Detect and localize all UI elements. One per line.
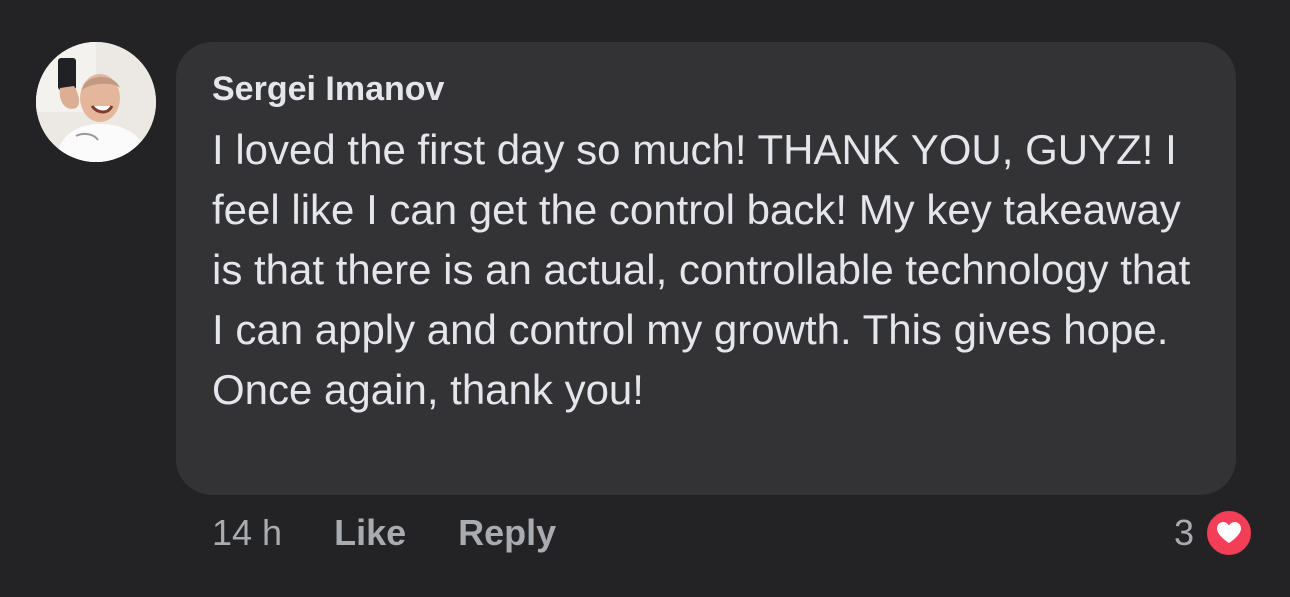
reaction-count: 3 xyxy=(1173,512,1194,553)
timestamp[interactable]: 14 h xyxy=(212,512,282,554)
comment-text: I loved the first day so much! THANK YOU… xyxy=(212,126,1191,413)
author-name[interactable]: Sergei Imanov xyxy=(212,68,1206,110)
heart-icon xyxy=(1204,508,1254,558)
comment-actions: 14 h Like Reply xyxy=(212,510,608,556)
reply-button[interactable]: Reply xyxy=(458,512,556,554)
reactions-summary[interactable]: 3 xyxy=(1174,507,1254,559)
avatar[interactable] xyxy=(36,42,156,162)
like-button[interactable]: Like xyxy=(334,512,406,554)
comment-bubble: Sergei Imanov I loved the first day so m… xyxy=(176,42,1236,495)
comment: Sergei Imanov I loved the first day so m… xyxy=(0,0,1290,597)
